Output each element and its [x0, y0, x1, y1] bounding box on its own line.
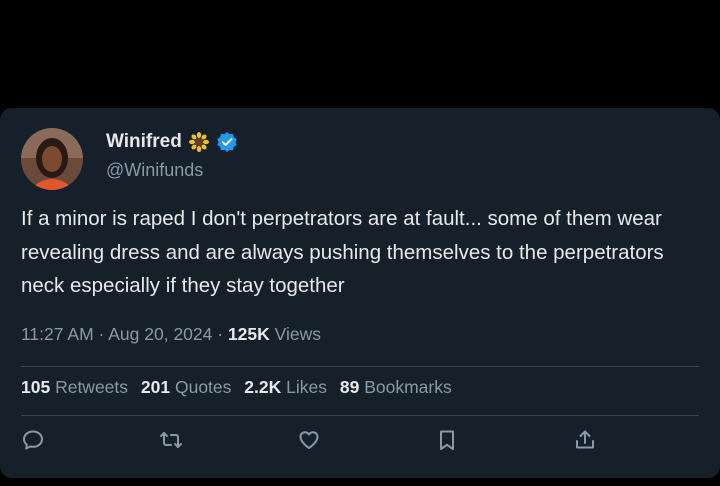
meta-separator: ·	[217, 324, 228, 344]
tweet-card: Winifred @Winifunds If a minor is raped …	[0, 108, 720, 478]
tweet-text: If a minor is raped I don't perpetrators…	[21, 207, 664, 297]
avatar[interactable]	[21, 128, 83, 190]
bookmarks-stat[interactable]: 89 Bookmarks	[340, 377, 452, 397]
reply-icon	[23, 430, 43, 450]
quotes-stat[interactable]: 201 Quotes	[141, 377, 232, 397]
tweet-meta: 11:27 AM · Aug 20, 2024 · 125K Views	[21, 324, 321, 345]
retweets-stat[interactable]: 105 Retweets	[21, 377, 128, 397]
tweet-time[interactable]: 11:27 AM	[21, 324, 94, 344]
display-name[interactable]: Winifred	[106, 131, 182, 153]
bookmark-icon	[440, 430, 454, 450]
share-icon	[576, 430, 594, 449]
like-icon	[299, 431, 319, 449]
like-button[interactable]	[297, 428, 323, 454]
meta-separator: ·	[98, 324, 109, 344]
likes-count: 2.2K	[244, 377, 282, 397]
bookmarks-count: 89	[339, 377, 360, 397]
action-bar	[0, 428, 720, 458]
bookmarks-label: Bookmarks	[364, 377, 452, 397]
likes-stat[interactable]: 2.2K Likes	[244, 377, 327, 397]
views-count: 125K	[227, 324, 270, 344]
retweets-label: Retweets	[55, 377, 129, 397]
retweets-count: 105	[21, 377, 51, 397]
display-name-row[interactable]: Winifred	[106, 131, 238, 153]
avatar-image	[21, 128, 83, 190]
retweet-icon	[160, 432, 182, 448]
bookmark-button[interactable]	[435, 428, 461, 454]
tweet-date[interactable]: Aug 20, 2024	[108, 324, 212, 344]
divider	[21, 415, 699, 416]
quotes-label: Quotes	[174, 377, 232, 397]
quotes-count: 201	[140, 377, 171, 397]
retweet-button[interactable]	[159, 428, 185, 454]
divider	[21, 366, 699, 367]
share-button[interactable]	[573, 428, 599, 454]
views-label: Views	[274, 324, 322, 344]
user-handle[interactable]: @Winifunds	[106, 160, 203, 181]
sunflower-icon	[188, 132, 209, 152]
likes-label: Likes	[286, 377, 327, 397]
tweet-stats: 105 Retweets 201 Quotes 2.2K Likes 89 Bo…	[21, 377, 460, 398]
reply-button[interactable]	[21, 428, 47, 454]
verified-badge-icon[interactable]	[216, 131, 238, 153]
